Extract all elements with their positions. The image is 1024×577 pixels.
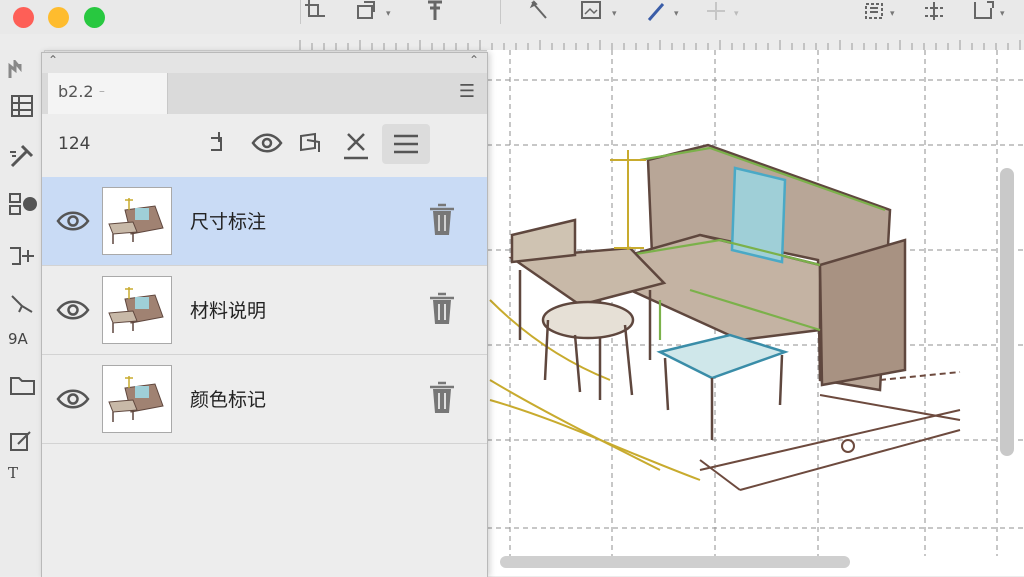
- layer-thumbnail: [102, 187, 172, 255]
- collapse-chevron-icon[interactable]: ⌃: [48, 53, 58, 67]
- eyedropper-icon[interactable]: [8, 142, 42, 174]
- panel-tab[interactable]: b2.2 ⁻: [48, 73, 168, 114]
- grid-icon[interactable]: [8, 94, 42, 124]
- layer-count: 124: [58, 134, 91, 154]
- plus-icon[interactable]: ▾: [704, 0, 739, 24]
- align-icon[interactable]: ▾: [864, 0, 895, 24]
- eye-icon[interactable]: [56, 207, 90, 239]
- close-window-button[interactable]: [13, 7, 34, 28]
- panel-tab-label: b2.2: [58, 82, 94, 101]
- arrow-tool-icon[interactable]: [8, 292, 42, 322]
- hand-icon[interactable]: [8, 57, 42, 84]
- delete-layer-icon[interactable]: [427, 380, 457, 420]
- horizontal-scrollbar[interactable]: [500, 556, 850, 568]
- layer-row[interactable]: 颜色标记: [42, 355, 487, 444]
- brush-icon[interactable]: ▾: [646, 0, 679, 24]
- layer-thumbnail: [102, 276, 172, 344]
- layer-row[interactable]: 尺寸标注: [42, 177, 487, 266]
- clear-layer-icon[interactable]: [342, 128, 370, 160]
- left-toolbar: 9A T: [0, 50, 45, 576]
- duplicate-layer-icon[interactable]: [297, 128, 325, 160]
- layer-name: 颜色标记: [190, 389, 267, 411]
- layer-name: 尺寸标注: [190, 211, 267, 233]
- shapes-icon[interactable]: [8, 190, 42, 222]
- horizontal-ruler: [0, 34, 1024, 51]
- furniture-sketch: [487, 50, 1024, 556]
- text-style-label[interactable]: 9A: [8, 330, 42, 348]
- image-icon[interactable]: ▾: [580, 0, 617, 24]
- crop-icon[interactable]: [304, 0, 326, 24]
- eye-icon[interactable]: [56, 296, 90, 328]
- folder-icon[interactable]: [8, 372, 42, 402]
- layer-name: 材料说明: [190, 300, 267, 322]
- minimize-window-button[interactable]: [48, 7, 69, 28]
- expand-chevron-icon[interactable]: ⌃: [469, 53, 479, 67]
- page-icon[interactable]: ▾: [972, 0, 1005, 24]
- add-layer-icon[interactable]: [207, 128, 233, 160]
- delete-layer-icon[interactable]: [427, 202, 457, 242]
- layer-thumbnail: [102, 365, 172, 433]
- edit-icon[interactable]: [8, 428, 42, 458]
- delete-layer-icon[interactable]: [427, 291, 457, 331]
- distribute-icon[interactable]: [922, 0, 946, 24]
- zoom-window-button[interactable]: [84, 7, 105, 28]
- vertical-scrollbar[interactable]: [1000, 168, 1014, 456]
- visibility-icon[interactable]: [251, 128, 283, 160]
- title-bar: ▾ ▾ ▾ ▾ ▾ ▾: [0, 0, 1024, 35]
- panel-menu-icon[interactable]: ☰: [459, 81, 475, 102]
- layers-panel: ⌃ ⌃ ☰ b2.2 ⁻ 124 尺寸标注 材料说明 颜色标记: [41, 52, 488, 577]
- pen-icon[interactable]: [528, 0, 552, 24]
- eye-icon[interactable]: [56, 385, 90, 417]
- layer-menu-button[interactable]: [382, 124, 430, 164]
- connector-icon[interactable]: [8, 242, 42, 274]
- tab-marker-icon: ⁻: [98, 86, 106, 100]
- transform-icon[interactable]: ▾: [356, 0, 391, 24]
- drawing-canvas[interactable]: [487, 50, 1024, 576]
- pin-icon[interactable]: [424, 0, 446, 24]
- layer-toolbar: 124: [42, 114, 487, 178]
- panel-header: ⌃ ⌃: [42, 53, 487, 74]
- text-tool-label[interactable]: T: [8, 464, 42, 482]
- layer-row[interactable]: 材料说明: [42, 266, 487, 355]
